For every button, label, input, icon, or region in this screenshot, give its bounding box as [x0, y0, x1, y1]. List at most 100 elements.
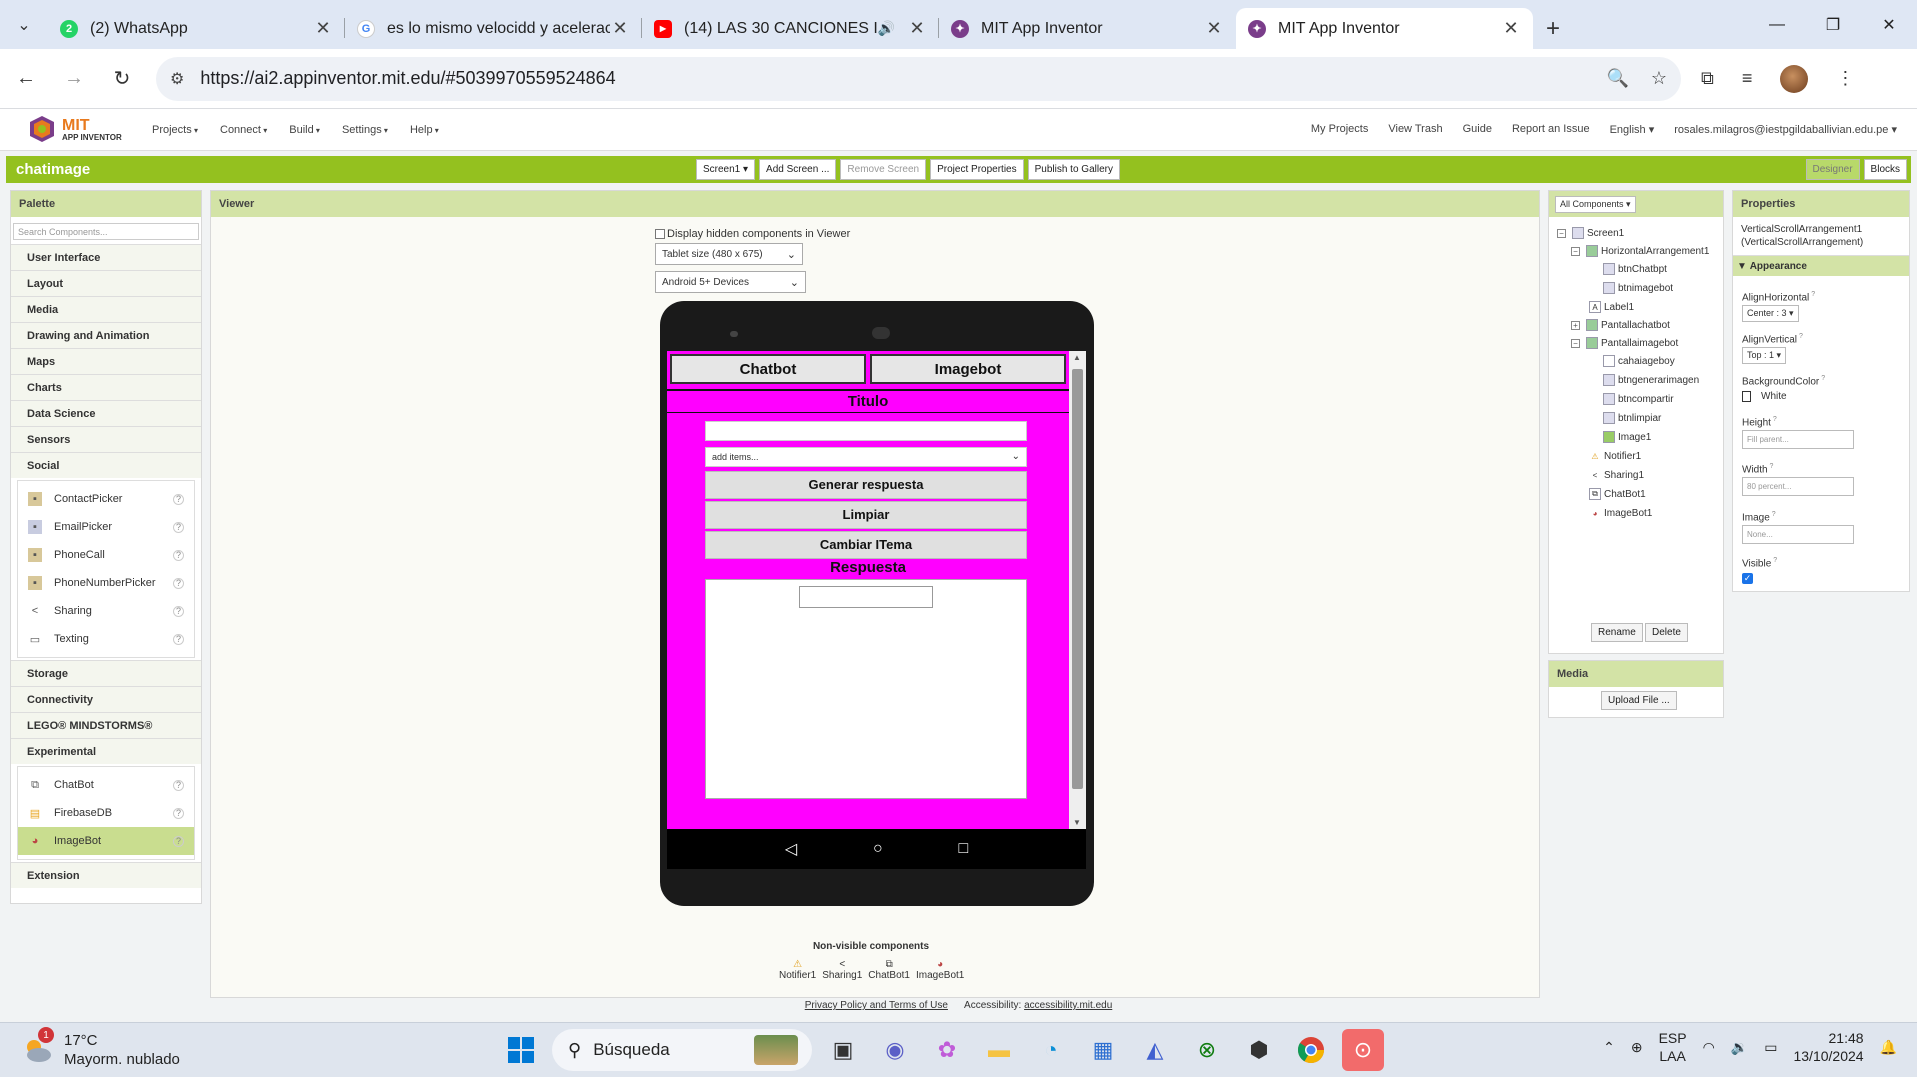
tree-chatbot1[interactable]: ⧉ ChatBot1: [1589, 486, 1646, 502]
display-hidden-checkbox[interactable]: Display hidden components in Viewer: [655, 228, 850, 240]
wifi-icon[interactable]: ◠: [1703, 1039, 1715, 1056]
network-share-icon[interactable]: ⊕: [1631, 1039, 1643, 1056]
palette-item-emailpicker[interactable]: ▪ EmailPicker?: [18, 513, 194, 541]
browser-tab-appinventor[interactable]: ✦ MIT App Inventor ✕: [939, 8, 1236, 49]
btn-limpiar[interactable]: Limpiar: [705, 501, 1027, 529]
palette-cat-extension[interactable]: Extension: [11, 862, 201, 888]
weather-widget[interactable]: 1 17°C Mayorm. nublado: [20, 1027, 180, 1069]
help-icon[interactable]: ?: [173, 605, 184, 617]
btn-chatbot[interactable]: Chatbot: [670, 354, 866, 384]
close-tab-icon[interactable]: ✕: [1204, 18, 1224, 39]
menu-settings[interactable]: Settings: [342, 124, 388, 136]
active-app-icon[interactable]: ⊙: [1342, 1029, 1384, 1071]
nonvisible-sharing[interactable]: < Sharing1: [822, 959, 862, 981]
tree-notifier1[interactable]: ⚠ Notifier1: [1589, 448, 1641, 464]
media-controls-icon[interactable]: ≡: [1742, 68, 1753, 89]
help-icon[interactable]: ?: [173, 493, 184, 505]
help-icon[interactable]: ?: [173, 807, 184, 819]
upload-file-button[interactable]: Upload File ...: [1601, 691, 1677, 710]
tree-label1[interactable]: A Label1: [1589, 299, 1634, 315]
height-input[interactable]: Fill parent...: [1742, 430, 1854, 449]
tab-search-button[interactable]: ⌄: [0, 0, 48, 49]
palette-cat-maps[interactable]: Maps: [11, 348, 201, 374]
palette-cat-social[interactable]: Social: [11, 452, 201, 478]
edge-icon[interactable]: ◔: [1030, 1029, 1072, 1071]
component-search-input[interactable]: Search Components...: [13, 223, 199, 240]
bookmark-star-icon[interactable]: ☆: [1651, 68, 1667, 89]
minimize-icon[interactable]: —: [1749, 0, 1805, 49]
palette-cat-storage[interactable]: Storage: [11, 660, 201, 686]
help-icon[interactable]: ?: [173, 779, 184, 791]
menu-build[interactable]: Build: [289, 124, 320, 136]
tree-pantallachatbot[interactable]: + Pantallachatbot: [1571, 317, 1670, 333]
app-inventor-logo[interactable]: MIT APP INVENTOR: [24, 112, 134, 148]
collapse-icon[interactable]: −: [1571, 246, 1580, 256]
palette-cat-connectivity[interactable]: Connectivity: [11, 686, 201, 712]
close-tab-icon[interactable]: ✕: [313, 18, 333, 39]
help-icon[interactable]: ?: [1797, 333, 1803, 340]
copilot-icon[interactable]: ✿: [926, 1029, 968, 1071]
url-field[interactable]: ⚙ https://ai2.appinventor.mit.edu/#50399…: [156, 56, 1681, 101]
response-textbox[interactable]: [799, 586, 933, 608]
zoom-icon[interactable]: 🔍: [1606, 68, 1628, 89]
help-icon[interactable]: ?: [173, 835, 184, 847]
store-icon[interactable]: ▦: [1082, 1029, 1124, 1071]
my-projects-link[interactable]: My Projects: [1311, 123, 1368, 136]
width-input[interactable]: 80 percent...: [1742, 477, 1854, 496]
palette-item-phonenumberpicker[interactable]: ▪ PhoneNumberPicker?: [18, 569, 194, 597]
scroll-up-icon[interactable]: ▲: [1073, 353, 1081, 362]
palette-item-texting[interactable]: ▭ Texting?: [18, 625, 194, 653]
components-filter-select[interactable]: All Components ▾: [1555, 195, 1636, 213]
help-icon[interactable]: ?: [1771, 557, 1777, 564]
project-properties-button[interactable]: Project Properties: [930, 159, 1024, 180]
palette-cat-charts[interactable]: Charts: [11, 374, 201, 400]
rename-button[interactable]: Rename: [1591, 623, 1643, 642]
browser-tab-youtube[interactable]: ▶ (14) LAS 30 CANCIONES IN 🔊 ✕: [642, 8, 939, 49]
btn-cambiar-tema[interactable]: Cambiar ITema: [705, 531, 1027, 559]
text-input[interactable]: [705, 421, 1027, 441]
browser-tab-whatsapp[interactable]: 2 (2) WhatsApp ✕: [48, 8, 345, 49]
back-icon[interactable]: ←: [4, 59, 48, 99]
nonvisible-notifier[interactable]: ⚠ Notifier1: [779, 959, 816, 981]
language-menu[interactable]: English ▾: [1610, 123, 1655, 136]
screen-scrollbar[interactable]: ▲ ▼: [1069, 351, 1086, 829]
extensions-icon[interactable]: ⧉: [1701, 68, 1714, 89]
tree-sharing1[interactable]: < Sharing1: [1589, 467, 1644, 483]
clock[interactable]: 21:48 13/10/2024: [1793, 1029, 1863, 1065]
palette-cat-drawing[interactable]: Drawing and Animation: [11, 322, 201, 348]
browser-tab-appinventor-active[interactable]: ✦ MIT App Inventor ✕: [1236, 8, 1533, 49]
accessibility-link[interactable]: accessibility.mit.edu: [1024, 1000, 1112, 1011]
reload-icon[interactable]: ↻: [100, 59, 144, 99]
palette-cat-media[interactable]: Media: [11, 296, 201, 322]
privacy-link[interactable]: Privacy Policy and Terms of Use: [805, 1000, 948, 1011]
close-tab-icon[interactable]: ✕: [1501, 18, 1521, 39]
expand-icon[interactable]: +: [1571, 320, 1580, 330]
close-tab-icon[interactable]: ✕: [907, 18, 927, 39]
visible-checkbox[interactable]: ✓: [1742, 573, 1753, 584]
tree-btnlimpiar[interactable]: btnlimpiar: [1603, 410, 1661, 426]
designer-button[interactable]: Designer: [1805, 159, 1860, 180]
menu-projects[interactable]: Projects: [152, 124, 198, 136]
screen-size-select[interactable]: Tablet size (480 x 675) ⌄: [655, 243, 803, 265]
browser-menu-icon[interactable]: ⋮: [1836, 68, 1854, 89]
notifications-bell-icon[interactable]: 🔔: [1880, 1039, 1897, 1056]
tree-screen1[interactable]: − Screen1: [1557, 225, 1624, 241]
collapse-icon[interactable]: −: [1557, 228, 1566, 238]
chrome-icon[interactable]: [1290, 1029, 1332, 1071]
screen-select[interactable]: Screen1 ▾: [696, 159, 756, 180]
align-vertical-select[interactable]: Top : 1 ▾: [1742, 347, 1787, 364]
palette-item-chatbot[interactable]: ⧉ ChatBot?: [18, 771, 194, 799]
palette-item-phonecall[interactable]: ▪ PhoneCall?: [18, 541, 194, 569]
palette-item-firebasedb[interactable]: ▤ FirebaseDB?: [18, 799, 194, 827]
new-tab-button[interactable]: +: [1533, 8, 1573, 49]
forward-icon[interactable]: →: [52, 59, 96, 99]
battery-icon[interactable]: ▭: [1764, 1039, 1777, 1056]
audio-playing-icon[interactable]: 🔊: [878, 20, 895, 37]
help-icon[interactable]: ?: [173, 549, 184, 561]
help-icon[interactable]: ?: [173, 521, 184, 533]
publish-gallery-button[interactable]: Publish to Gallery: [1027, 159, 1120, 180]
palette-cat-data-science[interactable]: Data Science: [11, 400, 201, 426]
scroll-thumb[interactable]: [1072, 369, 1083, 789]
delete-button[interactable]: Delete: [1645, 623, 1688, 642]
checkbox-box[interactable]: [655, 229, 665, 239]
